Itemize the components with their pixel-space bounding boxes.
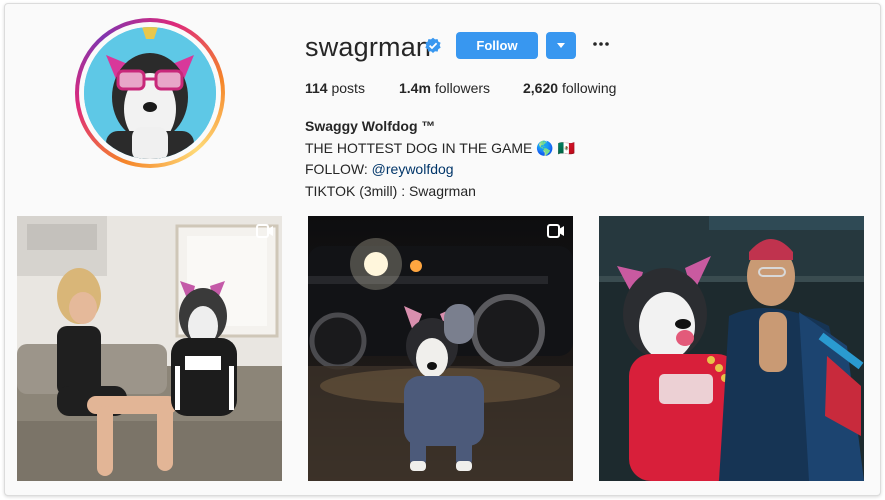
following-label: following bbox=[561, 80, 617, 96]
avatar[interactable] bbox=[84, 27, 216, 159]
ellipsis-icon bbox=[593, 42, 609, 46]
post-image-husky-and-man bbox=[599, 216, 864, 481]
bio-line-tiktok: TIKTOK (3mill) : Swagrman bbox=[305, 182, 476, 199]
post-image-husky-and-car bbox=[308, 216, 573, 481]
followers-label: followers bbox=[434, 80, 491, 96]
profile-full-name: Swaggy Wolfdog ™ bbox=[305, 118, 436, 134]
suggested-accounts-dropdown-button[interactable] bbox=[546, 32, 576, 59]
following-link[interactable]: 2,620 following bbox=[523, 80, 616, 96]
video-icon bbox=[256, 224, 273, 238]
posts-count-label: posts bbox=[331, 80, 365, 96]
followers-link[interactable]: 1.4m followers bbox=[399, 80, 490, 96]
following-count-value: 2,620 bbox=[523, 80, 559, 96]
video-icon bbox=[547, 224, 564, 238]
bio-follow-prefix: FOLLOW: bbox=[305, 161, 372, 177]
followers-count-value: 1.4m bbox=[399, 80, 431, 96]
profile-username: swagrman bbox=[305, 32, 432, 62]
post-tile[interactable] bbox=[17, 216, 282, 481]
avatar-husky-image bbox=[84, 27, 216, 159]
post-tile[interactable] bbox=[308, 216, 573, 481]
more-options-button[interactable] bbox=[590, 34, 612, 54]
post-tile[interactable] bbox=[599, 216, 864, 481]
post-image-woman-and-husky bbox=[17, 216, 282, 481]
follow-button[interactable]: Follow bbox=[456, 32, 538, 59]
posts-count-value: 114 bbox=[305, 80, 328, 96]
bio-line-tagline: THE HOTTEST DOG IN THE GAME 🌎 🇲🇽 bbox=[305, 139, 576, 156]
bio-line-follow: FOLLOW: @reywolfdog bbox=[305, 159, 575, 181]
bio-mention-link[interactable]: @reywolfdog bbox=[372, 161, 454, 177]
triangle-down-icon bbox=[557, 43, 565, 48]
profile-bio: Swaggy Wolfdog ™ THE HOTTEST DOG IN THE … bbox=[305, 116, 575, 202]
posts-count: 114 posts bbox=[305, 80, 365, 96]
profile-page: swagrman Follow 114 posts 1.4m followers… bbox=[4, 3, 881, 496]
avatar-story-ring[interactable] bbox=[75, 18, 225, 168]
verified-badge-icon bbox=[425, 37, 441, 53]
